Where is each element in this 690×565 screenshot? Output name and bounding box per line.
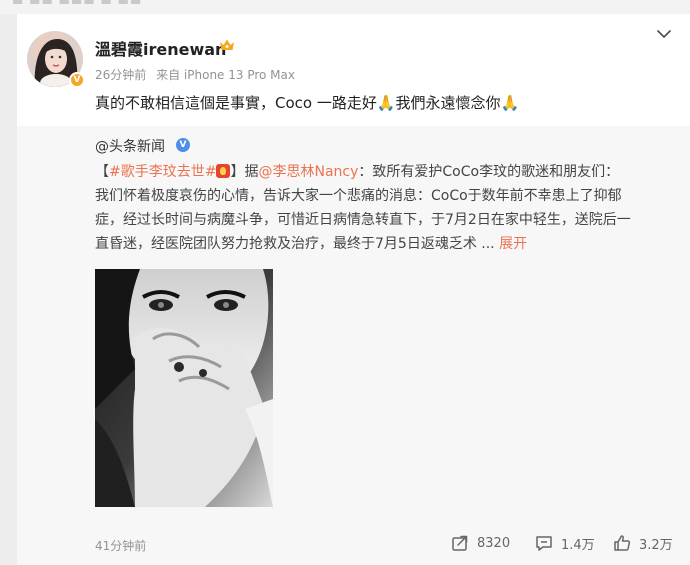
- repost-button[interactable]: 8320: [451, 532, 510, 554]
- post-photo[interactable]: [95, 269, 273, 507]
- repost-text-line-4: 直昏迷，经医院团队努力抢救及治疗，最终于7月5日返魂乏术 ... 展开: [95, 232, 677, 256]
- reposted-post[interactable]: @头条新闻 V 【#歌手李玟去世# 】据@李思林Nancy：致所有爱护CoCo李玟…: [17, 126, 690, 565]
- post-author-name[interactable]: 溫碧霞irenewan: [95, 36, 226, 60]
- scrolled-text: ▬ ▬▬ ▬▬▬ ▬ ▬▬: [12, 0, 143, 8]
- repost-author[interactable]: @头条新闻: [95, 136, 165, 156]
- repost-line4-text: 直昏迷，经医院团队努力抢救及治疗，最终于7月5日返魂乏术 ...: [95, 236, 500, 252]
- repost-text: 【#歌手李玟去世# 】据@李思林Nancy：致所有爱护CoCo李玟的歌迷和朋友们：…: [95, 160, 677, 256]
- repost-text-line-2: 我们怀着极度哀伤的心情，告诉大家一个悲痛的消息：CoCo于数年前不幸患上了抑郁: [95, 188, 622, 204]
- like-icon: [614, 535, 631, 551]
- repost-text-line-1: 【#歌手李玟去世# 】据@李思林Nancy：致所有爱护CoCo李玟的歌迷和朋友们：: [95, 160, 677, 184]
- vip-crown-icon: [220, 39, 234, 50]
- top-strip: ▬ ▬▬ ▬▬▬ ▬ ▬▬ • •: [0, 0, 690, 14]
- expand-link[interactable]: 展开: [499, 236, 527, 252]
- bracket-open: 【: [95, 164, 109, 180]
- repost-icon: [452, 535, 468, 551]
- post-time[interactable]: 26分钟前: [95, 68, 146, 82]
- mention-link[interactable]: @李思林Nancy: [258, 164, 358, 180]
- like-count: 3.2万: [639, 537, 673, 553]
- comment-count: 1.4万: [561, 537, 595, 553]
- comment-icon: [536, 536, 552, 551]
- post-source: 来自 iPhone 13 Pro Max: [156, 68, 295, 82]
- post-text: 真的不敢相信這個是事實，Coco 一路走好🙏我們永遠懷念你🙏: [95, 94, 520, 112]
- repost-time[interactable]: 41分钟前: [95, 537, 146, 554]
- repost-count: 8320: [477, 535, 511, 551]
- comment-button[interactable]: 1.4万: [535, 532, 595, 554]
- repost-text-line-3: 症，经过长时间与病魔斗争，可惜近日病情急转直下，于7月2日在家中轻生，送院后一: [95, 212, 631, 228]
- scrolled-dots: • •: [638, 0, 662, 6]
- weibo-post-card: V 溫碧霞irenewan 26分钟前 来自 iPhone 13 Pro Max…: [17, 14, 690, 565]
- post-meta: 26分钟前 来自 iPhone 13 Pro Max: [95, 66, 295, 83]
- fire-emoji-icon: [216, 164, 231, 178]
- chevron-down-icon[interactable]: [656, 28, 672, 40]
- bracket-close: 】: [230, 164, 245, 180]
- blue-verified-badge-icon: V: [176, 138, 190, 152]
- portrait-image: [95, 269, 273, 507]
- verified-badge-icon: V: [69, 72, 85, 88]
- ju-text: 据: [244, 164, 259, 180]
- like-button[interactable]: 3.2万: [613, 532, 673, 554]
- hashtag-link[interactable]: #歌手李玟去世#: [109, 164, 216, 180]
- repost-line1-rest: ：致所有爱护CoCo李玟的歌迷和朋友们：: [358, 164, 620, 180]
